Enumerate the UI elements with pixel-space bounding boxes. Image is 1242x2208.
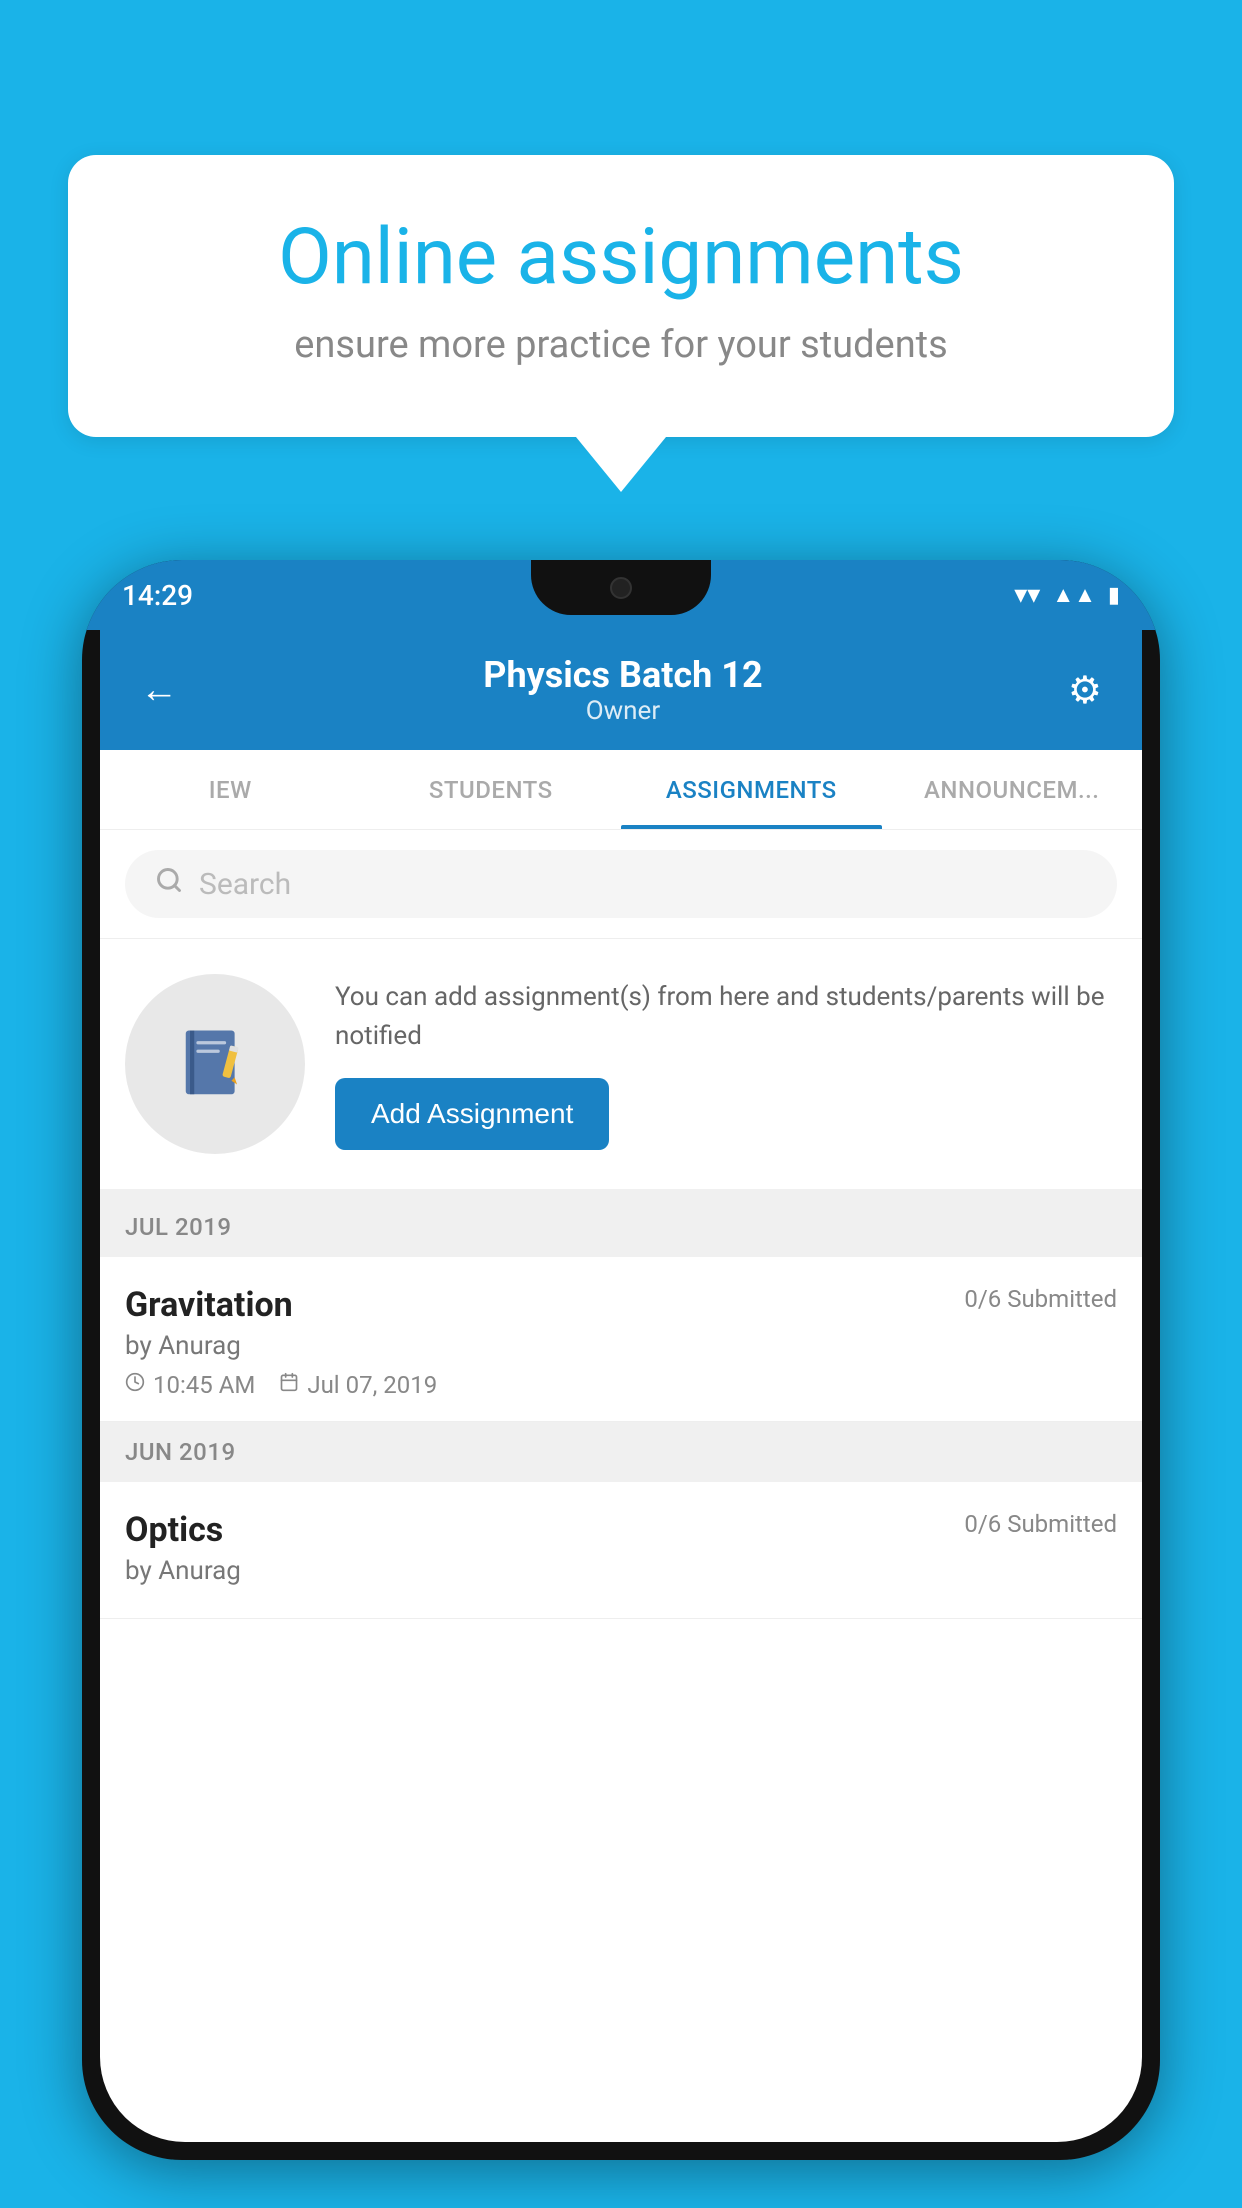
wifi-icon: ▾▾ [1014,580,1040,610]
month-header-jul: JUL 2019 [100,1197,1142,1257]
settings-button[interactable]: ⚙ [1068,668,1102,713]
speech-bubble-arrow [576,437,666,492]
assignment-item-optics[interactable]: Optics 0/6 Submitted by Anurag [100,1482,1142,1619]
signal-icon: ▲▲ [1052,582,1096,608]
speech-bubble-card: Online assignments ensure more practice … [68,155,1174,437]
promo-icon-circle [125,974,305,1154]
tabs-bar: IEW STUDENTS ASSIGNMENTS ANNOUNCEM... [100,750,1142,830]
month-header-jun: JUN 2019 [100,1422,1142,1482]
phone-frame: 14:29 ▾▾ ▲▲ ▮ ← Physics Batch 12 Owner ⚙… [82,560,1160,2160]
assignment-item-top-optics: Optics 0/6 Submitted [125,1510,1117,1550]
tab-announcements[interactable]: ANNOUNCEM... [882,750,1143,829]
calendar-icon [279,1372,299,1398]
app-header: ← Physics Batch 12 Owner ⚙ [100,630,1142,750]
assignment-meta: 10:45 AM Jul 07, 2019 [125,1371,1117,1399]
speech-bubble-title: Online assignments [148,215,1094,301]
promo-description: You can add assignment(s) from here and … [335,978,1117,1056]
tab-students[interactable]: STUDENTS [361,750,622,829]
assignment-item-top: Gravitation 0/6 Submitted [125,1285,1117,1325]
camera-dot [610,577,632,599]
status-icons: ▾▾ ▲▲ ▮ [1014,580,1120,610]
search-placeholder: Search [199,867,291,902]
search-icon [155,866,183,902]
promo-card: You can add assignment(s) from here and … [100,939,1142,1197]
add-assignment-button[interactable]: Add Assignment [335,1078,609,1150]
tab-assignments[interactable]: ASSIGNMENTS [621,750,882,829]
assignment-name: Gravitation [125,1285,293,1325]
assignment-time: 10:45 AM [125,1371,255,1399]
header-title-area: Physics Batch 12 Owner [483,654,762,726]
status-time: 14:29 [122,579,193,612]
assignment-submitted: 0/6 Submitted [964,1285,1117,1313]
assignment-name-optics: Optics [125,1510,223,1550]
phone-notch [531,560,711,615]
assignment-date: Jul 07, 2019 [279,1371,437,1399]
battery-icon: ▮ [1108,583,1120,608]
clock-icon [125,1372,145,1398]
assignment-date-value: Jul 07, 2019 [307,1371,437,1399]
promo-text-area: You can add assignment(s) from here and … [335,978,1117,1150]
search-bar[interactable]: Search [125,850,1117,918]
tab-iew[interactable]: IEW [100,750,361,829]
notebook-icon [173,1022,258,1107]
speech-bubble-subtitle: ensure more practice for your students [148,323,1094,367]
assignment-time-value: 10:45 AM [153,1371,255,1399]
assignment-by: by Anurag [125,1331,1117,1361]
assignment-by-optics: by Anurag [125,1556,1117,1586]
assignment-submitted-optics: 0/6 Submitted [964,1510,1117,1538]
search-bar-container: Search [100,830,1142,939]
header-subtitle: Owner [483,696,762,726]
assignment-item-gravitation[interactable]: Gravitation 0/6 Submitted by Anurag 10:4… [100,1257,1142,1422]
header-title: Physics Batch 12 [483,654,762,696]
phone-screen: ← Physics Batch 12 Owner ⚙ IEW STUDENTS … [100,630,1142,2142]
back-button[interactable]: ← [140,668,178,712]
speech-bubble-container: Online assignments ensure more practice … [68,155,1174,492]
